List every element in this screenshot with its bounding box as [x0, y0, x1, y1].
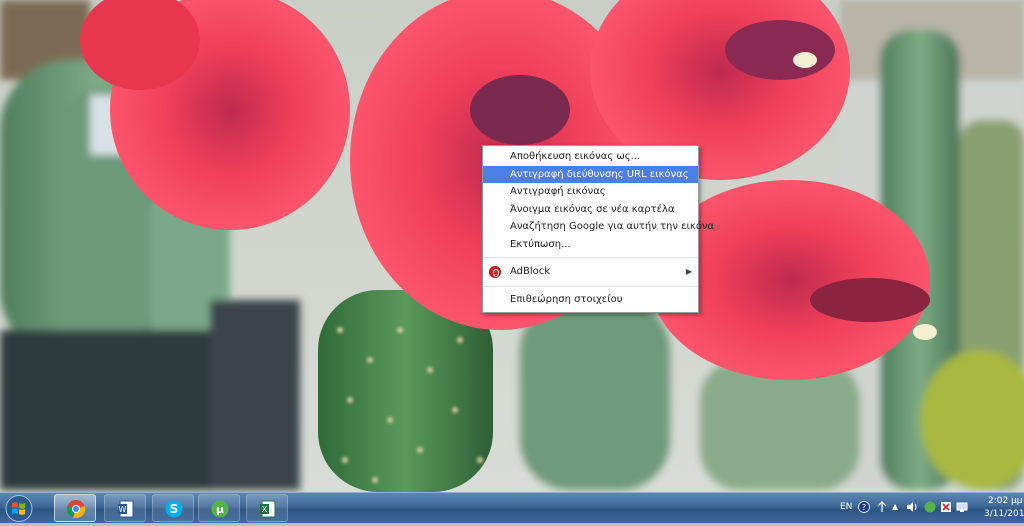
svg-text:W: W	[119, 505, 127, 514]
menu-item-save-image-as[interactable]: Αποθήκευση εικόνας ως...	[483, 148, 698, 166]
volume-icon[interactable]	[906, 501, 918, 513]
help-icon[interactable]: ?	[858, 501, 870, 513]
svg-text:?: ?	[862, 503, 866, 512]
utorrent-tray-icon[interactable]	[924, 501, 936, 513]
menu-item-label: Αποθήκευση εικόνας ως...	[510, 151, 641, 162]
menu-item-search-google-for-image[interactable]: Αναζήτηση Google για αυτήν την εικόνα	[483, 218, 714, 236]
submenu-arrow-icon: ▶	[685, 267, 692, 276]
menu-item-label: Αναζήτηση Google για αυτήν την εικόνα	[510, 221, 715, 232]
image-context-menu: Αποθήκευση εικόνας ως... Αντιγραφή διεύθ…	[482, 145, 714, 313]
svg-text:X: X	[262, 505, 268, 514]
start-button[interactable]	[2, 494, 36, 523]
menu-item-adblock[interactable]: AdBlock ▶	[483, 262, 698, 282]
adblock-icon	[489, 266, 501, 278]
menu-item-copy-image-url[interactable]: Αντιγραφή διεύθυνσης URL εικόνας	[483, 165, 698, 183]
skype-icon: S	[165, 500, 183, 518]
taskbar-app-word[interactable]: W	[104, 494, 146, 522]
menu-separator	[483, 286, 698, 287]
clock-time[interactable]: 2:02 μμ	[988, 496, 1023, 506]
taskbar-app-excel[interactable]: X	[246, 494, 288, 522]
svg-text:µ: µ	[216, 503, 224, 516]
menu-item-label: Αντιγραφή διεύθυνσης URL εικόνας	[510, 168, 689, 180]
menu-item-inspect-element[interactable]: Επιθεώρηση στοιχείου	[483, 291, 698, 309]
display-icon[interactable]	[956, 501, 968, 513]
menu-item-label: Εκτύπωση...	[510, 238, 571, 250]
taskbar-app-utorrent[interactable]: µ	[198, 494, 240, 522]
menu-item-open-image-new-tab[interactable]: Άνοιγμα εικόνας σε νέα καρτέλα	[483, 201, 698, 219]
clock-date[interactable]: 3/11/2014	[984, 509, 1024, 519]
menu-item-label: AdBlock	[510, 266, 551, 277]
network-activity-icon[interactable]	[876, 500, 888, 514]
language-indicator[interactable]: EN	[840, 502, 852, 512]
taskbar: W S µ X EN ? ▲ 2:02 μμ 3/11/201	[0, 492, 1024, 523]
taskbar-app-skype[interactable]: S	[152, 494, 194, 522]
menu-separator	[483, 257, 698, 258]
menu-item-copy-image[interactable]: Αντιγραφή εικόνας	[483, 183, 698, 201]
excel-icon: X	[260, 500, 276, 518]
windows-start-icon	[5, 495, 33, 522]
menu-item-print[interactable]: Εκτύπωση...	[483, 236, 698, 254]
menu-item-label: Άνοιγμα εικόνας σε νέα καρτέλα	[510, 203, 675, 215]
menu-item-label: Επιθεώρηση στοιχείου	[510, 294, 623, 305]
security-alert-icon[interactable]	[940, 501, 952, 513]
menu-item-label: Αντιγραφή εικόνας	[510, 186, 606, 197]
chrome-icon	[66, 500, 86, 519]
show-hidden-icons-icon[interactable]: ▲	[892, 502, 898, 511]
system-tray: EN ? ▲ 2:02 μμ 3/11/2014	[824, 493, 1024, 524]
svg-text:S: S	[170, 502, 179, 516]
word-icon: W	[118, 500, 134, 518]
utorrent-icon: µ	[211, 500, 229, 518]
taskbar-app-chrome[interactable]	[54, 494, 96, 522]
